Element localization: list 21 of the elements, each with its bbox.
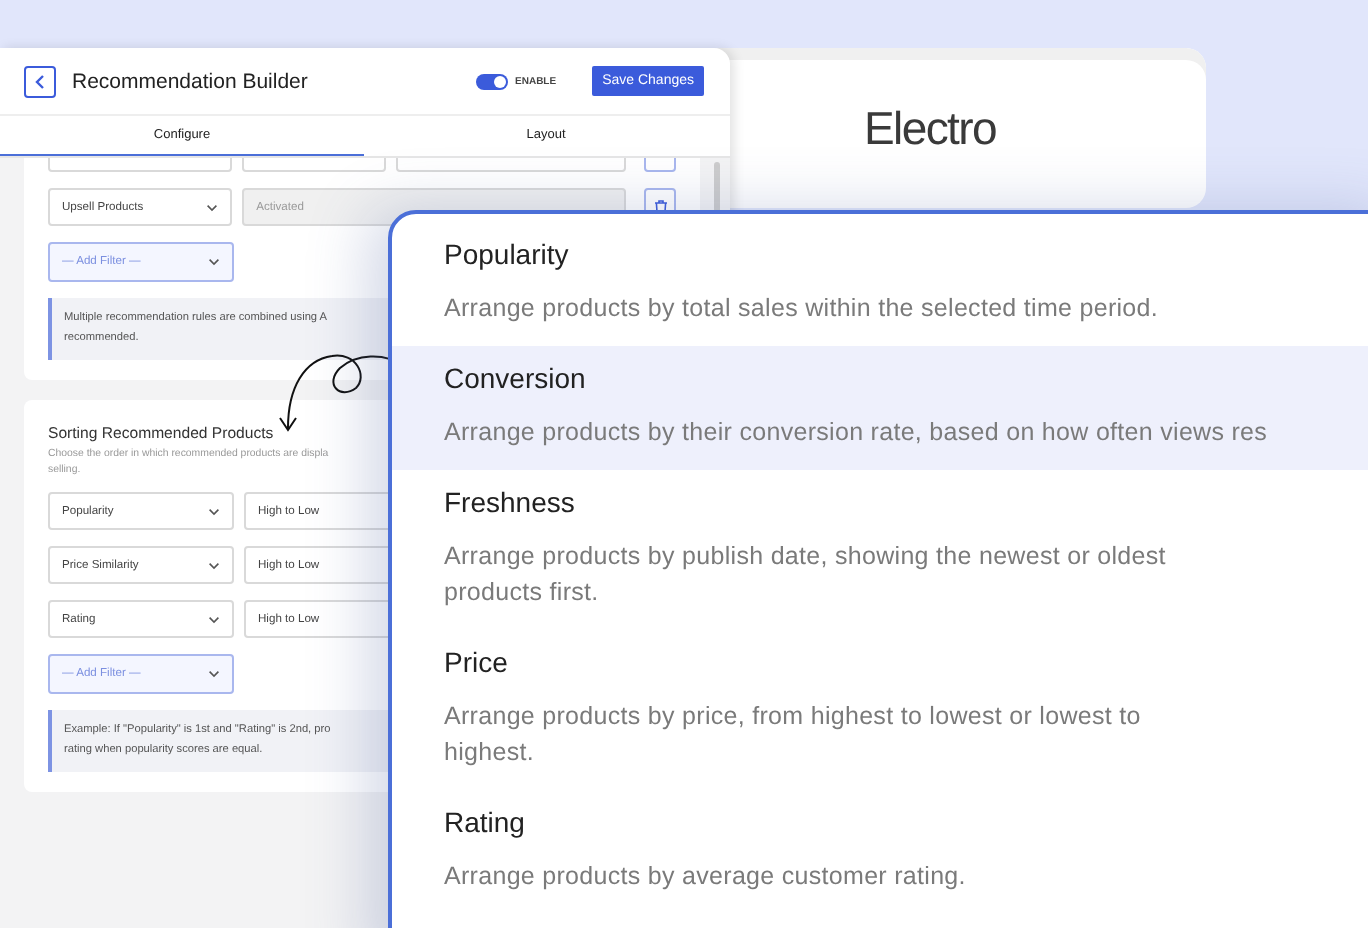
- brand-logo: Electro: [864, 101, 996, 155]
- option-description: Arrange products by their conversion rate, based on how often views res: [444, 416, 1270, 450]
- option-title: Freshness: [444, 486, 577, 518]
- option-description: Arrange products by publish date, showing the newest or oldest products first.: [444, 540, 1168, 610]
- option-title: Rating: [444, 806, 527, 838]
- page-title: Recommendation Builder: [72, 69, 310, 93]
- option-title: Price: [444, 646, 510, 678]
- enable-toggle[interactable]: [475, 73, 508, 89]
- chevron-down-icon: [208, 507, 220, 515]
- option-description: Arrange products by average customer rating.: [444, 860, 968, 894]
- chevron-down-icon: [208, 615, 220, 623]
- chevron-left-icon: [32, 73, 48, 89]
- option-title: Popularity: [444, 238, 571, 270]
- chevron-down-icon: [208, 561, 220, 569]
- option-title: Conversion: [444, 362, 588, 394]
- back-button[interactable]: [24, 65, 56, 97]
- sort-option[interactable]: Conversion Arrange products by their conversion rate, based on how often views res: [392, 346, 1368, 470]
- chevron-down-icon: [208, 258, 220, 266]
- chevron-down-icon: [206, 203, 219, 211]
- chevron-down-icon: [208, 670, 220, 678]
- sort-option[interactable]: Rating Arrange products by average customer rating.: [392, 790, 1368, 914]
